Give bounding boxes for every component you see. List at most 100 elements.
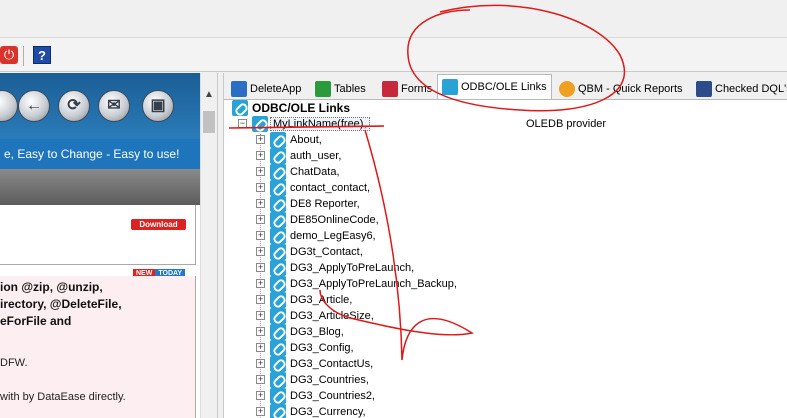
tab-qbm-quick-reports[interactable]: QBM - Quick Reports	[554, 76, 688, 99]
expand-icon[interactable]: +	[256, 327, 265, 336]
tree-item-label: DG3_Config,	[290, 342, 354, 354]
tree-link-node[interactable]: − MyLinkName(free),	[238, 116, 370, 132]
pane-splitter[interactable]	[217, 73, 224, 418]
link-icon	[270, 148, 286, 164]
home-icon[interactable]	[0, 90, 18, 122]
tree-item[interactable]: + DG3_ArticleSize,	[256, 308, 457, 324]
lock-icon[interactable]: ▣	[142, 90, 174, 122]
link-icon	[270, 372, 286, 388]
tab-label: ODBC/OLE Links	[461, 81, 547, 93]
menu-strip	[0, 0, 787, 38]
link-icon	[270, 308, 286, 324]
link-icon	[270, 196, 286, 212]
expand-icon[interactable]: +	[256, 311, 265, 320]
link-icon	[442, 79, 458, 95]
tab-label: Forms	[401, 83, 433, 95]
tree-item[interactable]: + DG3_ApplyToPreLaunch_Backup,	[256, 276, 457, 292]
refresh-icon[interactable]: ⟳	[58, 90, 90, 122]
tab-label: Tables	[334, 83, 366, 95]
link-name: MyLinkName(free),	[270, 117, 370, 131]
tagline: e, Easy to Change - Easy to use!	[4, 147, 180, 161]
tree-item[interactable]: + demo_LegEasy6,	[256, 228, 457, 244]
tree-item[interactable]: + DG3_Countries2,	[256, 388, 457, 404]
expand-icon[interactable]: +	[256, 135, 265, 144]
link-icon	[270, 356, 286, 372]
tree-item-label: DG3_ApplyToPreLaunch,	[290, 262, 415, 274]
back-icon[interactable]: ←	[18, 90, 50, 122]
expand-icon[interactable]: +	[256, 231, 265, 240]
help-icon[interactable]: ?	[33, 46, 51, 64]
tab-deleteapp[interactable]: DeleteApp	[226, 76, 306, 99]
dfw-text: DFW.	[0, 357, 28, 369]
expand-icon[interactable]: +	[256, 295, 265, 304]
links-tree: ODBC/OLE Links − MyLinkName(free), OLEDB…	[224, 100, 787, 418]
tree-item[interactable]: + DG3_Article,	[256, 292, 457, 308]
scroll-thumb[interactable]	[203, 111, 215, 133]
tab-bar: DeleteApp Tables Forms ODBC/OLE Links QB…	[224, 73, 787, 100]
tree-item-label: auth_user,	[290, 150, 342, 162]
download-box: Download	[0, 205, 196, 265]
tree-item-label: DE8 Reporter,	[290, 198, 360, 210]
link-icon	[270, 180, 286, 196]
tree-item-label: DG3_Blog,	[290, 326, 344, 338]
tree-item[interactable]: + DG3_Countries,	[256, 372, 457, 388]
tree-item-label: DG3t_Contact,	[290, 246, 363, 258]
tree-item[interactable]: + DE8 Reporter,	[256, 196, 457, 212]
toolbar: ⏻ ?	[0, 38, 787, 72]
expand-icon[interactable]: +	[256, 263, 265, 272]
tree-item-label: DG3_Article,	[290, 294, 353, 306]
tree-items: + About, + auth_user, + ChatData, + contact_con…	[256, 132, 457, 418]
expand-icon[interactable]: +	[256, 151, 265, 160]
expand-icon[interactable]: +	[256, 279, 265, 288]
expand-icon[interactable]: +	[256, 215, 265, 224]
tab-odbc-ole-links[interactable]: ODBC/OLE Links	[437, 74, 552, 99]
feature-text: ion @zip, @unzip, irectory, @DeleteFile,…	[0, 279, 196, 330]
link-icon	[270, 260, 286, 276]
tree-root-label: ODBC/OLE Links	[252, 101, 351, 115]
link-icon	[270, 276, 286, 292]
tree-item[interactable]: + contact_contact,	[256, 180, 457, 196]
feature-line: ion @zip, @unzip,	[0, 280, 103, 294]
link-icon	[270, 324, 286, 340]
expand-icon[interactable]: +	[256, 359, 265, 368]
tree-item[interactable]: + DG3_Currency,	[256, 404, 457, 418]
tree-root[interactable]: ODBC/OLE Links	[232, 100, 350, 116]
expand-icon[interactable]: +	[256, 375, 265, 384]
expand-icon[interactable]: +	[256, 391, 265, 400]
nav-band: ← ⟳ ✉ ▣	[0, 73, 200, 139]
link-icon	[270, 228, 286, 244]
left-scrollbar[interactable]: ▲	[200, 73, 217, 418]
tree-item-label: DG3_ContactUs,	[290, 358, 374, 370]
expand-icon[interactable]: +	[256, 167, 265, 176]
expand-icon[interactable]: +	[256, 343, 265, 352]
tree-item[interactable]: + DG3_Config,	[256, 340, 457, 356]
tree-item[interactable]: + ChatData,	[256, 164, 457, 180]
link-icon	[270, 292, 286, 308]
tab-checked-dqls[interactable]: Checked DQL's	[691, 76, 787, 99]
with-text: with by DataEase directly.	[0, 391, 126, 403]
expand-icon[interactable]: +	[256, 199, 265, 208]
collapse-icon[interactable]: −	[238, 119, 247, 128]
browser-pane: ← ⟳ ✉ ▣ e, Easy to Change - Easy to use!…	[0, 73, 200, 418]
tree-item[interactable]: + auth_user,	[256, 148, 457, 164]
tree-item[interactable]: + DE85OnlineCode,	[256, 212, 457, 228]
link-icon	[270, 212, 286, 228]
tree-item[interactable]: + DG3t_Contact,	[256, 244, 457, 260]
mail-icon[interactable]: ✉	[98, 90, 130, 122]
tree-item-label: contact_contact,	[290, 182, 371, 194]
link-icon	[270, 132, 286, 148]
tab-tables[interactable]: Tables	[310, 76, 371, 99]
tree-item[interactable]: + DG3_ApplyToPreLaunch,	[256, 260, 457, 276]
expand-icon[interactable]: +	[256, 407, 265, 416]
tab-forms[interactable]: Forms	[377, 76, 437, 99]
tree-item[interactable]: + DG3_ContactUs,	[256, 356, 457, 372]
tree-item[interactable]: + About,	[256, 132, 457, 148]
tree-item[interactable]: + DG3_Blog,	[256, 324, 457, 340]
download-button[interactable]: Download	[131, 219, 186, 230]
expand-icon[interactable]: +	[256, 247, 265, 256]
expand-icon[interactable]: +	[256, 183, 265, 192]
dql-icon	[696, 81, 712, 97]
power-icon[interactable]: ⏻	[0, 46, 18, 64]
scroll-up-icon[interactable]: ▲	[204, 89, 214, 100]
link-icon	[270, 340, 286, 356]
